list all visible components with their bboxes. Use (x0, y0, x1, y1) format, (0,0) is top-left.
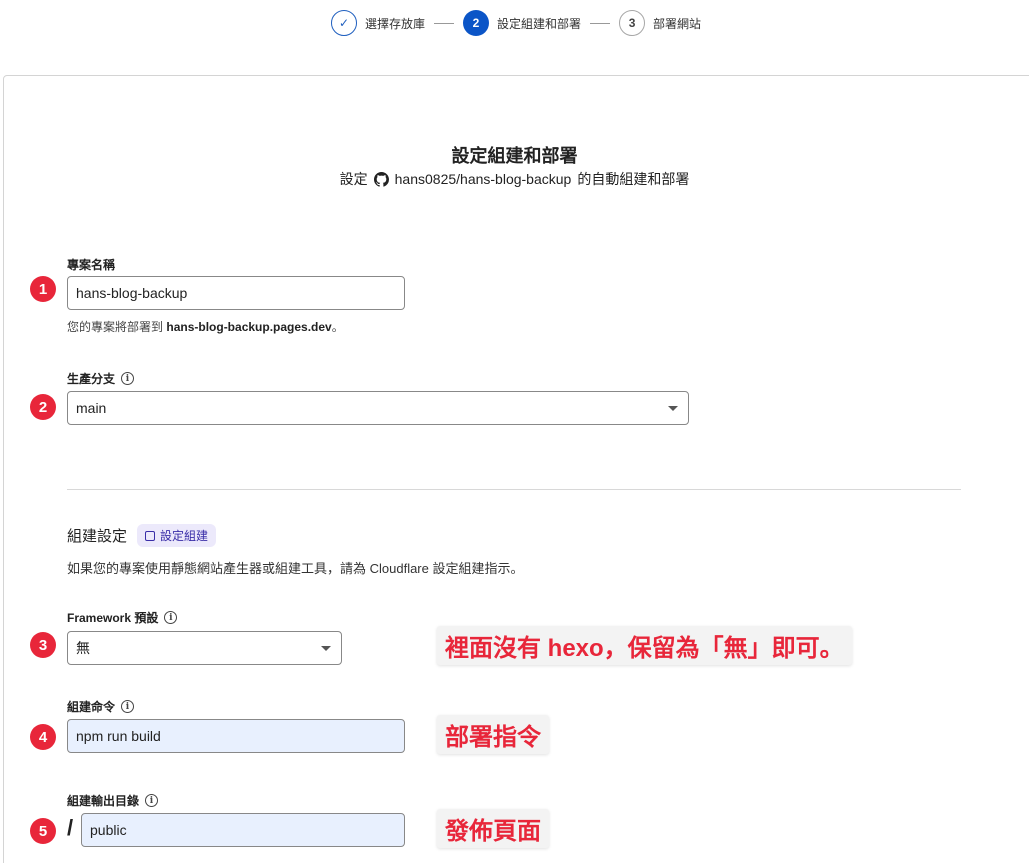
info-icon[interactable]: i (121, 372, 135, 385)
production-branch-label: 生產分支 i (67, 370, 135, 387)
build-command-label: 組建命令 i (67, 698, 135, 715)
step-build-deploy[interactable]: 2 設定組建和部署 (463, 10, 581, 36)
output-dir-label: 組建輸出目錄 i (67, 792, 159, 809)
annotation-badge-1: 1 (30, 276, 56, 302)
output-dir-label-text: 組建輸出目錄 (67, 794, 140, 808)
check-icon: ✓ (331, 10, 357, 36)
step-connector (434, 22, 455, 24)
annotation-badge-2: 2 (30, 394, 56, 420)
chevron-down-icon (668, 406, 678, 411)
project-name-label: 專案名稱 (67, 258, 116, 272)
repo-name: hans0825/hans-blog-backup (394, 171, 572, 187)
subtitle-suffix: 的自動組建和部署 (577, 171, 690, 187)
info-icon[interactable]: i (121, 700, 135, 713)
stepper: ✓ 選擇存放庫 2 設定組建和部署 3 部署網站 (331, 10, 701, 36)
build-command-input[interactable]: npm run build (67, 719, 405, 753)
framework-value: 無 (76, 640, 90, 656)
build-settings-heading: 組建設定 設定組建 (67, 524, 217, 547)
build-docs-link[interactable]: 設定組建 (137, 524, 217, 547)
step-select-repo[interactable]: ✓ 選擇存放庫 (331, 10, 425, 36)
step-label: 設定組建和部署 (497, 16, 582, 31)
doc-icon (145, 530, 156, 541)
step-deploy-site[interactable]: 3 部署網站 (619, 10, 701, 36)
step-label: 選擇存放庫 (365, 16, 426, 31)
step-number: 3 (619, 10, 646, 36)
output-dir-input[interactable]: public (81, 813, 405, 847)
build-docs-link-label: 設定組建 (160, 529, 209, 543)
project-name-input[interactable]: hans-blog-backup (67, 276, 405, 310)
annotation-note-output: 發佈頁面 (437, 809, 549, 848)
info-icon[interactable]: i (145, 794, 159, 807)
subtitle-prefix: 設定 (339, 171, 368, 187)
annotation-note-build: 部署指令 (437, 715, 549, 754)
production-branch-label-text: 生產分支 (67, 372, 116, 386)
annotation-badge-4: 4 (30, 724, 56, 750)
framework-label-text: Framework 預設 (67, 611, 159, 625)
info-icon[interactable]: i (164, 611, 178, 624)
section-divider (67, 489, 961, 490)
build-command-label-text: 組建命令 (67, 700, 116, 714)
step-label: 部署網站 (653, 16, 702, 31)
page-subtitle: 設定 hans0825/hans-blog-backup 的自動組建和部署 (0, 169, 1029, 189)
chevron-down-icon (321, 646, 331, 651)
production-branch-value: main (76, 400, 107, 416)
github-icon (373, 171, 389, 187)
build-settings-title: 組建設定 (67, 528, 128, 545)
output-dir-prefix: / (67, 815, 74, 840)
hint-domain: hans-blog-backup.pages.dev (166, 320, 332, 334)
production-branch-select[interactable]: main (67, 391, 689, 425)
project-name-hint: 您的專案將部署到 hans-blog-backup.pages.dev。 (67, 318, 344, 335)
hint-prefix: 您的專案將部署到 (67, 320, 164, 334)
framework-select[interactable]: 無 (67, 631, 342, 665)
build-settings-description: 如果您的專案使用靜態網站產生器或組建工具，請為 Cloudflare 設定組建指… (67, 561, 524, 576)
annotation-badge-3: 3 (30, 632, 56, 658)
hint-suffix: 。 (331, 320, 344, 334)
step-connector (590, 22, 611, 24)
page-title: 設定組建和部署 (451, 146, 578, 166)
annotation-note-framework: 裡面沒有 hexo，保留為「無」即可。 (437, 626, 852, 665)
framework-label: Framework 預設 i (67, 609, 178, 626)
step-number: 2 (463, 10, 490, 36)
annotation-badge-5: 5 (30, 818, 56, 844)
